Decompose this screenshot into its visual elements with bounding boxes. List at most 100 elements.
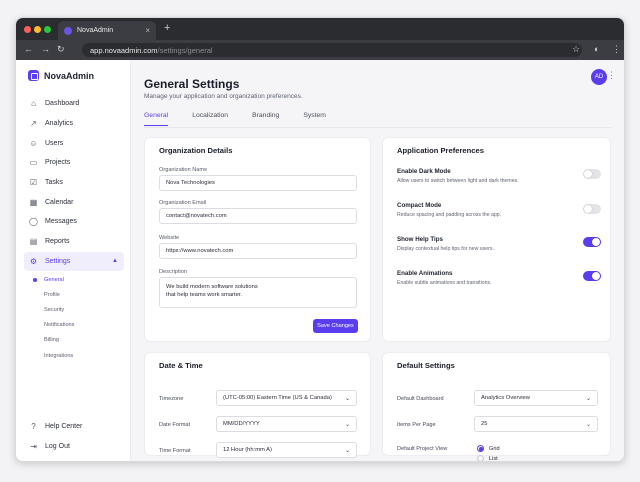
calendar-icon: ▦ [29, 197, 38, 207]
sidebar-item-label: Projects [45, 159, 71, 167]
tab-branding[interactable]: Branding [252, 112, 279, 126]
browser-menu-icon[interactable]: ⋮ [612, 44, 621, 55]
folder-icon: ▭ [29, 158, 38, 168]
items-per-page-value: 25 [481, 421, 488, 427]
sidebar-item-log-out[interactable]: ⇥ Log Out [24, 437, 124, 457]
message-icon: ◯ [29, 217, 38, 227]
tab-localization[interactable]: Localization [192, 112, 228, 126]
org-name-field[interactable]: Nova Technologies [159, 175, 357, 191]
default-dashboard-select[interactable]: Analytics Overview ⌄ [474, 390, 598, 406]
settings-subnav: General Profile Security Notifications B… [30, 272, 120, 363]
date-format-value: MM/DD/YYYY [223, 421, 260, 427]
chevron-down-icon: ⌄ [585, 422, 591, 428]
project-view-label: Default Project View [397, 446, 448, 452]
subnav-item-profile[interactable]: Profile [30, 287, 120, 302]
tab-general[interactable]: General [144, 112, 169, 126]
sidebar-item-messages[interactable]: ◯ Messages [24, 212, 124, 232]
sidebar-item-calendar[interactable]: ▦ Calendar [24, 192, 124, 212]
time-format-select[interactable]: 12 Hour (hh:mm A) ⌄ [216, 442, 357, 458]
sidebar-item-analytics[interactable]: ↗ Analytics [24, 114, 124, 134]
url-host: app.novaadmin.com [90, 45, 158, 55]
profile-icon[interactable]: ◐ [594, 44, 599, 54]
pref-title: Enable Dark Mode [397, 168, 451, 175]
sidebar-item-settings[interactable]: ⚙ Settings ▲ [24, 251, 124, 272]
sidebar-item-help-center[interactable]: ? Help Center [24, 417, 124, 437]
tab-close-icon[interactable]: × [145, 26, 150, 35]
url-field[interactable]: app.novaadmin.com/settings/general [82, 43, 582, 57]
subnav-item-billing[interactable]: Billing [30, 333, 120, 348]
timezone-label: Timezone [159, 396, 184, 402]
bookmark-star-icon[interactable]: ☆ [572, 44, 580, 55]
sidebar-item-tasks[interactable]: ☑ Tasks [24, 173, 124, 193]
subnav-item-general[interactable]: General [30, 272, 120, 287]
view-option-grid[interactable]: Grid [477, 445, 500, 452]
sidebar-item-label: Reports [45, 238, 70, 246]
items-per-page-select[interactable]: 25 ⌄ [474, 416, 598, 432]
default-dashboard-value: Analytics Overview [481, 395, 530, 401]
pref-desc: Reduce spacing and padding across the ap… [397, 212, 502, 218]
sidebar-item-users[interactable]: ☺ Users [24, 133, 124, 153]
card-title: Date & Time [159, 361, 203, 370]
chevron-down-icon: ⌄ [344, 396, 350, 402]
pref-desc: Enable subtle animations and transitions… [397, 280, 492, 286]
close-window-icon[interactable] [24, 26, 31, 33]
sidebar-item-dashboard[interactable]: ⌂ Dashboard [24, 94, 124, 114]
subnav-item-integrations[interactable]: Integrations [30, 348, 120, 363]
sidebar-item-label: Tasks [45, 179, 63, 187]
default-dashboard-label: Default Dashboard [397, 396, 444, 402]
forward-icon[interactable]: → [41, 44, 50, 54]
page-subtitle: Manage your application and organization… [144, 93, 303, 100]
radio-selected-icon [477, 445, 484, 452]
chevron-up-icon: ▲ [112, 258, 118, 265]
users-icon: ☺ [29, 138, 38, 148]
card-title: Default Settings [397, 361, 455, 370]
maximize-window-icon[interactable] [44, 26, 51, 33]
more-options-icon[interactable]: ⋮ [607, 70, 616, 81]
browser-tab[interactable]: NovaAdmin × [58, 21, 156, 40]
pref-title: Show Help Tips [397, 236, 443, 243]
dark-mode-toggle[interactable] [583, 169, 601, 179]
org-email-label: Organization Email [159, 200, 207, 206]
favicon-icon [64, 26, 72, 35]
sidebar-item-projects[interactable]: ▭ Projects [24, 153, 124, 173]
animations-toggle[interactable] [583, 271, 601, 281]
description-label: Description [159, 269, 187, 275]
brand[interactable]: NovaAdmin [28, 70, 94, 81]
pref-desc: Display contextual help tips for new use… [397, 246, 494, 252]
compact-mode-toggle[interactable] [583, 204, 601, 214]
reload-icon[interactable]: ↻ [57, 44, 65, 55]
settings-tabs: General Localization Branding System [144, 112, 350, 126]
radio-label: Grid [489, 445, 500, 452]
sidebar-item-label: Help Center [45, 423, 83, 431]
time-format-label: Time Format [159, 448, 191, 454]
help-tips-toggle[interactable] [583, 237, 601, 247]
page-title: General Settings [144, 77, 240, 91]
date-format-select[interactable]: MM/DD/YYYY ⌄ [216, 416, 357, 432]
organization-details-card: Organization Details Organization Name N… [144, 137, 371, 342]
description-field[interactable]: We build modern software solutions that … [159, 277, 357, 308]
view-option-list[interactable]: List [477, 455, 498, 461]
org-email-field[interactable]: contact@novatech.com [159, 208, 357, 224]
sidebar-item-reports[interactable]: ▤ Reports [24, 232, 124, 252]
chart-icon: ↗ [30, 119, 37, 129]
pref-desc: Allow users to switch between light and … [397, 178, 519, 184]
time-format-value: 12 Hour (hh:mm A) [223, 447, 272, 453]
website-field[interactable]: https://www.novatech.com [159, 243, 357, 259]
logo-icon [28, 70, 39, 81]
logout-icon: ⇥ [30, 442, 37, 452]
timezone-select[interactable]: (UTC-05:00) Eastern Time (US & Canada) ⌄ [216, 390, 357, 406]
radio-icon [477, 455, 484, 461]
minimize-window-icon[interactable] [34, 26, 41, 33]
back-icon[interactable]: ← [24, 44, 33, 54]
browser-tab-title: NovaAdmin [77, 27, 114, 34]
new-tab-icon[interactable]: + [164, 22, 170, 34]
main-content: General Settings Manage your application… [131, 60, 624, 461]
tab-system[interactable]: System [303, 112, 326, 126]
subnav-item-notifications[interactable]: Notifications [30, 318, 120, 333]
pref-title: Enable Animations [397, 270, 453, 277]
sidebar: NovaAdmin ⌂ Dashboard ↗ Analytics ☺ Users ▭… [16, 60, 131, 461]
save-changes-button[interactable]: Save Changes [313, 319, 358, 333]
address-bar-row: ← → ↻ app.novaadmin.com/settings/general… [16, 40, 624, 60]
avatar[interactable]: AD [591, 69, 607, 85]
subnav-item-security[interactable]: Security [30, 302, 120, 317]
